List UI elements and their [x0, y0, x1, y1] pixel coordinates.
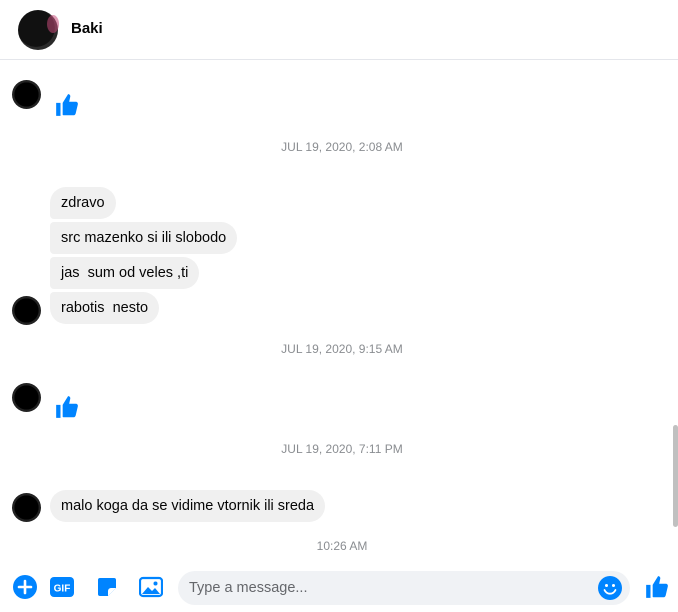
message-composer: GIF — [0, 562, 678, 612]
message-bubble[interactable]: malo koga da se vidime vtornik ili sreda — [50, 490, 326, 522]
timestamp: 10:26 AM — [316, 539, 368, 553]
gif-label: GIF — [54, 584, 71, 595]
message-bubble[interactable]: zdravo — [50, 187, 116, 219]
contact-avatar-small[interactable] — [12, 383, 41, 412]
message-bubble[interactable]: jas sum od veles ,ti — [50, 257, 200, 289]
timestamp: JUL 19, 2020, 7:11 PM — [281, 442, 403, 456]
photo-icon[interactable] — [139, 575, 163, 599]
contact-avatar[interactable] — [18, 10, 59, 50]
message-bubble[interactable]: src mazenko si ili slobodo — [50, 222, 238, 254]
send-like-button[interactable] — [644, 574, 670, 600]
emoji-icon[interactable] — [598, 576, 622, 600]
scrollbar-thumb[interactable] — [673, 425, 678, 527]
contact-avatar-small[interactable] — [12, 493, 41, 522]
thumbs-up-icon — [56, 94, 78, 116]
contact-avatar-small[interactable] — [12, 80, 41, 109]
message-bubble[interactable]: rabotis nesto — [50, 292, 160, 324]
thumbs-up-icon — [56, 396, 78, 418]
contact-name[interactable]: Baki — [71, 20, 103, 37]
gif-icon[interactable]: GIF — [50, 575, 74, 599]
conversation-header: Baki — [0, 0, 678, 60]
timestamp: JUL 19, 2020, 2:08 AM — [281, 140, 403, 154]
message-input[interactable] — [178, 571, 630, 605]
timestamp: JUL 19, 2020, 9:15 AM — [281, 342, 403, 356]
contact-avatar-small[interactable] — [12, 296, 41, 325]
plus-circle-icon[interactable] — [13, 575, 37, 599]
sticker-icon[interactable] — [95, 575, 119, 599]
